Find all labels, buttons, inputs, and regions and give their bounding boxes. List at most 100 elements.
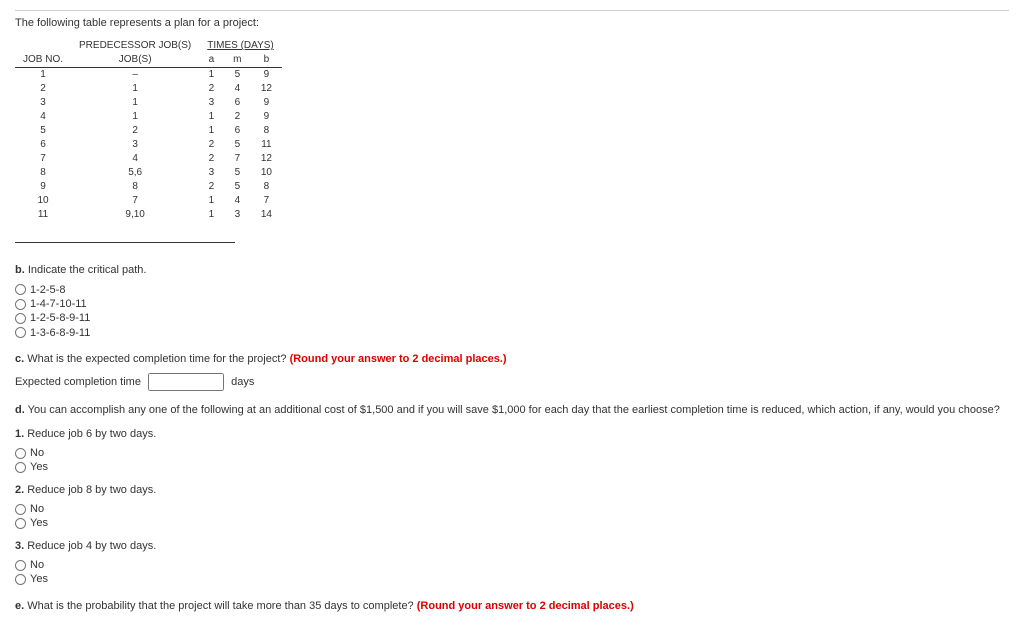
table-row: 742712 (15, 152, 282, 166)
option-d3-0: No (15, 558, 1009, 572)
cell-m: 7 (224, 152, 251, 166)
option-label: 1-2-5-8 (30, 283, 65, 297)
cell-job: 4 (15, 110, 71, 124)
table-row: 41129 (15, 110, 282, 124)
table-row: 107147 (15, 194, 282, 208)
cell-a: 1 (199, 208, 223, 222)
cell-job: 8 (15, 166, 71, 180)
cell-m: 2 (224, 110, 251, 124)
cell-job: 11 (15, 208, 71, 222)
d-part-num: 1. (15, 428, 27, 440)
d-part-text: Reduce job 6 by two days. (27, 428, 156, 440)
table-row: 1–159 (15, 68, 282, 83)
label-b: b. (15, 264, 25, 276)
cell-pred: 7 (71, 194, 199, 208)
question-e: e. What is the probability that the proj… (15, 599, 1009, 614)
table-row: 85,63510 (15, 166, 282, 180)
text-c: What is the expected completion time for… (27, 353, 286, 365)
cell-job: 6 (15, 138, 71, 152)
table-row: 31369 (15, 96, 282, 110)
text-d: You can accomplish any one of the follow… (28, 404, 1000, 416)
col-pred: PREDECESSOR JOB(S) (71, 39, 199, 53)
option-d1-0: No (15, 446, 1009, 460)
option-d2-0: No (15, 502, 1009, 516)
cell-pred: 5,6 (71, 166, 199, 180)
cell-a: 2 (199, 152, 223, 166)
project-table: PREDECESSOR JOB(S) TIMES (DAYS) JOB NO. … (15, 39, 282, 222)
cell-a: 3 (199, 96, 223, 110)
cell-a: 2 (199, 180, 223, 194)
label-c: c. (15, 353, 24, 365)
option-d2-1: Yes (15, 516, 1009, 530)
cell-a: 3 (199, 166, 223, 180)
radio-d3-1[interactable] (15, 574, 26, 585)
radio-b-2[interactable] (15, 313, 26, 324)
cell-b: 9 (251, 110, 282, 124)
cell-a: 1 (199, 110, 223, 124)
cell-b: 12 (251, 152, 282, 166)
label-e: e. (15, 600, 24, 612)
cell-b: 7 (251, 194, 282, 208)
option-b-1: 1-4-7-10-11 (15, 297, 1009, 311)
cell-b: 12 (251, 82, 282, 96)
col-a: a (199, 53, 223, 68)
option-label: 1-4-7-10-11 (30, 297, 87, 311)
cell-pred: 3 (71, 138, 199, 152)
field-label-c: Expected completion time (15, 376, 141, 388)
cell-m: 6 (224, 124, 251, 138)
d-part-2: 2. Reduce job 8 by two days. NoYes (15, 483, 1009, 531)
cell-m: 4 (224, 194, 251, 208)
cell-b: 9 (251, 68, 282, 83)
option-b-3: 1-3-6-8-9-11 (15, 326, 1009, 340)
completion-time-input[interactable] (148, 373, 224, 391)
radio-d2-0[interactable] (15, 504, 26, 515)
option-label: 1-3-6-8-9-11 (30, 326, 90, 340)
cell-b: 9 (251, 96, 282, 110)
radio-b-3[interactable] (15, 327, 26, 338)
cell-a: 1 (199, 194, 223, 208)
option-label: Yes (30, 516, 48, 530)
cell-job: 7 (15, 152, 71, 166)
d-part-text: Reduce job 8 by two days. (27, 484, 156, 496)
option-label: No (30, 502, 44, 516)
option-label: No (30, 446, 44, 460)
cell-b: 10 (251, 166, 282, 180)
option-d3-1: Yes (15, 572, 1009, 586)
d-part-num: 3. (15, 540, 27, 552)
cell-m: 4 (224, 82, 251, 96)
table-row: 632511 (15, 138, 282, 152)
radio-b-0[interactable] (15, 284, 26, 295)
cell-b: 8 (251, 180, 282, 194)
d-part-num: 2. (15, 484, 27, 496)
cell-pred: 1 (71, 82, 199, 96)
d-part-3: 3. Reduce job 4 by two days.NoYes (15, 539, 1009, 587)
cell-job: 2 (15, 82, 71, 96)
cell-pred: 9,10 (71, 208, 199, 222)
cell-b: 8 (251, 124, 282, 138)
col-times: TIMES (DAYS) (199, 39, 281, 53)
cell-job: 5 (15, 124, 71, 138)
cell-job: 1 (15, 68, 71, 83)
radio-d3-0[interactable] (15, 560, 26, 571)
question-d: d. You can accomplish any one of the fol… (15, 403, 1009, 586)
radio-d1-1[interactable] (15, 462, 26, 473)
cell-pred: – (71, 68, 199, 83)
table-row: 119,101314 (15, 208, 282, 222)
radio-d1-0[interactable] (15, 448, 26, 459)
cell-b: 11 (251, 138, 282, 152)
intro-text: The following table represents a plan fo… (15, 10, 1009, 31)
d-part-1: 1. Reduce job 6 by two days. NoYes (15, 427, 1009, 475)
cell-pred: 8 (71, 180, 199, 194)
cell-m: 6 (224, 96, 251, 110)
radio-b-1[interactable] (15, 299, 26, 310)
option-label: 1-2-5-8-9-11 (30, 311, 90, 325)
option-d1-1: Yes (15, 460, 1009, 474)
cell-m: 5 (224, 68, 251, 83)
unit-c: days (231, 376, 254, 388)
option-label: Yes (30, 572, 48, 586)
cell-pred: 2 (71, 124, 199, 138)
cell-a: 1 (199, 68, 223, 83)
radio-d2-1[interactable] (15, 518, 26, 529)
cell-job: 3 (15, 96, 71, 110)
cell-job: 9 (15, 180, 71, 194)
